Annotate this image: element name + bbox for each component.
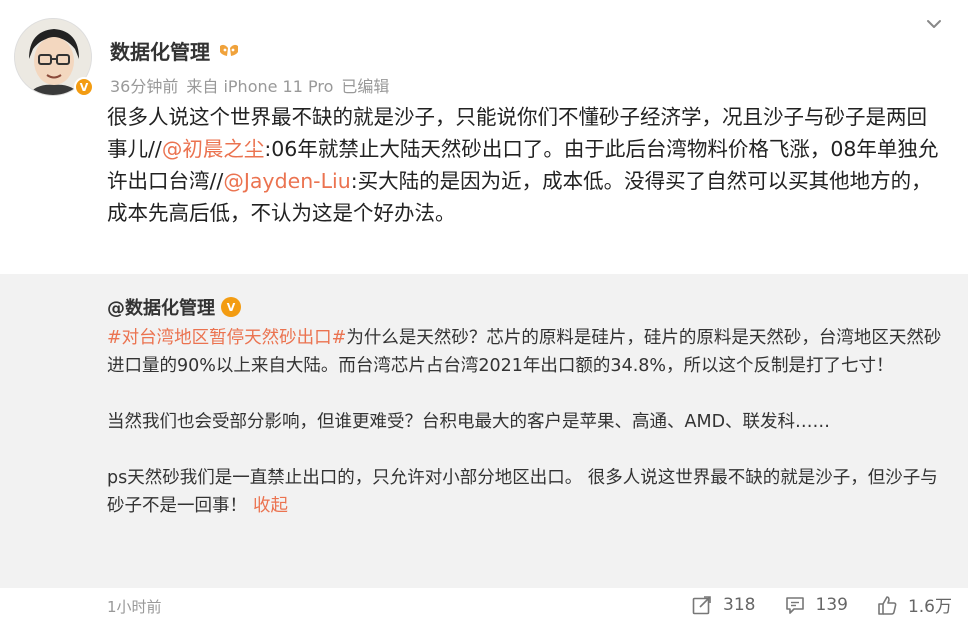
repost-icon — [692, 595, 711, 614]
author-name[interactable]: 数据化管理 — [110, 36, 210, 65]
repost-paragraph: 当然我们也会受部分影响，但谁更难受？台积电最大的客户是苹果、高通、AMD、联发科… — [107, 412, 831, 432]
username-row: 数据化管理 — [110, 36, 240, 65]
edited-label[interactable]: 已编辑 — [341, 73, 389, 97]
repost-button[interactable]: 318 — [691, 594, 756, 616]
post-body: 很多人说这个世界最不缺的就是沙子，只能说你们不懂砂子经济学，况且沙子与砂子是两回… — [107, 101, 947, 229]
like-button[interactable]: 1.6万 — [876, 592, 952, 617]
post-time[interactable]: 36分钟前 — [110, 73, 178, 97]
post-source: 来自 iPhone 11 Pro — [186, 77, 334, 96]
topic-hashtag-link[interactable]: #对台湾地区暂停天然砂出口# — [107, 328, 346, 348]
action-bar: 318 139 1.6万 — [691, 592, 952, 617]
member-badge-icon[interactable] — [218, 42, 240, 60]
comment-button[interactable]: 139 — [784, 594, 848, 616]
chevron-down-icon[interactable] — [924, 14, 944, 34]
verified-badge-icon: V — [221, 297, 241, 317]
repost-body: #对台湾地区暂停天然砂出口#为什么是天然砂？芯片的原料是硅片，硅片的原料是天然砂… — [107, 324, 947, 548]
comment-count: 139 — [815, 594, 848, 615]
post-meta: 36分钟前 来自 iPhone 11 Pro 已编辑 — [110, 73, 389, 97]
repost-author-row: @数据化管理 V — [107, 294, 241, 320]
repost-text-segment: ps天然砂我们是一直禁止出口的，只允许对小部分地区出口。 很多人说这世界最不缺的… — [107, 468, 938, 516]
repost-paragraph: ps天然砂我们是一直禁止出口的，只允许对小部分地区出口。 很多人说这世界最不缺的… — [107, 464, 947, 520]
repost-author-name[interactable]: @数据化管理 — [107, 294, 215, 320]
mention-link[interactable]: @Jayden-Liu — [223, 169, 350, 193]
repost-time[interactable]: 1小时前 — [107, 596, 162, 617]
mention-link[interactable]: @初晨之尘 — [162, 137, 265, 161]
reposted-content[interactable]: @数据化管理 V #对台湾地区暂停天然砂出口#为什么是天然砂？芯片的原料是硅片，… — [0, 274, 968, 588]
thumbs-up-icon — [878, 595, 897, 615]
verified-badge-icon: V — [74, 77, 94, 97]
repost-count: 318 — [723, 594, 756, 615]
collapse-link[interactable]: 收起 — [253, 496, 288, 516]
weibo-post-card: V 数据化管理 36分钟前 来自 iPhone 11 Pro 已编辑 很多人说这… — [0, 0, 968, 634]
repost-paragraph: #对台湾地区暂停天然砂出口#为什么是天然砂？芯片的原料是硅片，硅片的原料是天然砂… — [107, 324, 947, 380]
like-count: 1.6万 — [907, 597, 952, 617]
comment-icon — [785, 596, 804, 614]
